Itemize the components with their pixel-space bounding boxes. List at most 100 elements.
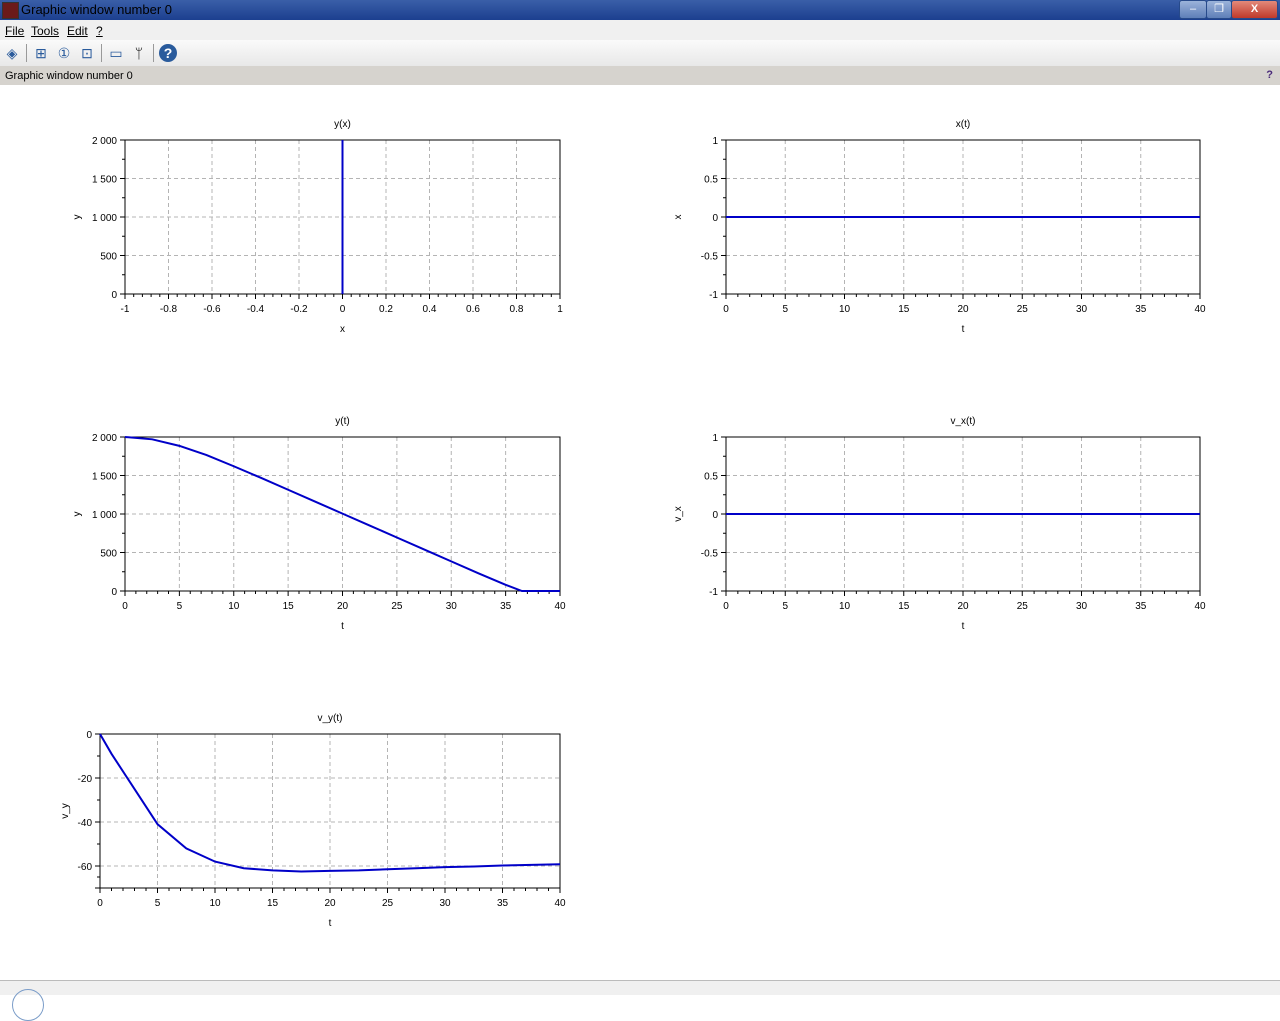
x-tick-label: 10	[228, 601, 240, 612]
restore-button[interactable]: ❐	[1206, 0, 1232, 19]
y-axis-label: y	[72, 215, 83, 220]
y-tick-label: -20	[78, 774, 93, 785]
y-tick-label: 2 000	[92, 136, 117, 147]
x-tick-label: 5	[782, 601, 788, 612]
datatip-icon[interactable]: ▭	[107, 44, 125, 62]
x-tick-label: 10	[839, 601, 851, 612]
chart-title: x(t)	[956, 119, 970, 130]
x-tick-label: 1	[557, 304, 563, 315]
y-tick-label: 500	[100, 549, 117, 560]
x-tick-label: 35	[1135, 304, 1147, 315]
menu-tools[interactable]: Tools	[31, 24, 59, 38]
chart-title: y(t)	[335, 416, 349, 427]
zoom-grid-icon[interactable]: ⊞	[32, 44, 50, 62]
info-bar: Graphic window number 0 ?	[0, 66, 1280, 85]
y-tick-label: 1	[712, 433, 718, 444]
menu-help[interactable]: ?	[96, 24, 103, 38]
x-tick-label: 0	[723, 601, 729, 612]
chart-yx: -1 -0.8 -0.6 -0.4 -0.2 0 0.2 0.4 0.6 0.8 1 0 500 1 00…	[72, 119, 563, 335]
info-help-icon[interactable]: ?	[1266, 69, 1273, 81]
x-tick-label: 30	[1076, 304, 1088, 315]
title-bar: Graphic window number 0 – ❐ X	[0, 0, 1280, 20]
y-tick-label: 0.5	[704, 175, 718, 186]
chart-title: y(x)	[334, 119, 351, 130]
x-tick-label: 20	[324, 898, 336, 909]
x-tick-label: -0.6	[203, 304, 221, 315]
y-tick-label: 1	[712, 136, 718, 147]
help-icon[interactable]: ?	[159, 44, 177, 62]
y-tick-label: 0.5	[704, 472, 718, 483]
y-tick-label: 0	[712, 213, 718, 224]
x-tick-label: 35	[497, 898, 509, 909]
x-tick-label: 5	[155, 898, 161, 909]
x-tick-label: 15	[898, 304, 910, 315]
x-tick-label: 15	[283, 601, 295, 612]
y-tick-label: -0.5	[701, 252, 719, 263]
x-tick-label: 30	[439, 898, 451, 909]
y-tick-label: 0	[111, 290, 117, 301]
x-tick-label: 20	[337, 601, 349, 612]
menu-file[interactable]: File	[5, 24, 24, 38]
x-tick-label: 40	[1194, 304, 1206, 315]
info-text: Graphic window number 0	[5, 70, 133, 82]
y-axis-label: v_y	[60, 803, 71, 819]
x-tick-label: 35	[1135, 601, 1147, 612]
x-tick-label: 35	[500, 601, 512, 612]
x-axis-label: x	[340, 324, 345, 335]
x-axis-label: t	[341, 621, 344, 632]
separator	[101, 44, 102, 62]
chart-title: v_y(t)	[318, 713, 343, 724]
zoom-reset-icon[interactable]: ①	[55, 44, 73, 62]
x-tick-label: 0.2	[379, 304, 393, 315]
y-tick-label: 1 000	[92, 510, 117, 521]
x-tick-label: 40	[1194, 601, 1206, 612]
toolbar: ◈ ⊞ ① ⊡ ▭ ᛘ ?	[0, 40, 1280, 66]
datatip-edit-icon[interactable]: ᛘ	[130, 44, 148, 62]
x-tick-label: 0.8	[510, 304, 524, 315]
x-tick-label: 0.4	[423, 304, 437, 315]
x-tick-label: 0.6	[466, 304, 480, 315]
y-axis-label: v_x	[673, 506, 684, 522]
series-line	[99, 733, 561, 873]
y-tick-label: -40	[78, 818, 93, 829]
menu-edit[interactable]: Edit	[67, 24, 88, 38]
zoom-select-icon[interactable]: ⊡	[78, 44, 96, 62]
x-tick-label: -0.4	[247, 304, 265, 315]
close-button[interactable]: X	[1231, 0, 1278, 19]
x-tick-label: 0	[122, 601, 128, 612]
x-tick-label: -0.2	[290, 304, 308, 315]
menu-bar: File Tools Edit ?	[0, 20, 1280, 40]
y-axis-label: y	[72, 512, 83, 517]
y-axis-label: x	[673, 215, 684, 220]
plot-canvas[interactable]: -1 -0.8 -0.6 -0.4 -0.2 0 0.2 0.4 0.6 0.8 105001 00…	[0, 85, 1280, 980]
x-tick-label: -0.8	[160, 304, 178, 315]
y-tick-label: 0	[86, 730, 92, 741]
x-tick-label: 20	[957, 601, 969, 612]
chart-vxt: 0 5 10 15 20 25 30 35 40 -1 -0.5 0 0.5 1 v_x(t)t v_x	[673, 416, 1206, 632]
y-tick-label: 0	[111, 587, 117, 598]
x-tick-label: 15	[898, 601, 910, 612]
separator	[153, 44, 154, 62]
y-tick-label: -1	[709, 587, 718, 598]
x-tick-label: 30	[1076, 601, 1088, 612]
x-tick-label: 40	[554, 601, 566, 612]
x-tick-label: 10	[209, 898, 221, 909]
minimize-button[interactable]: –	[1179, 0, 1207, 19]
x-tick-label: 25	[1017, 601, 1029, 612]
y-tick-label: -1	[709, 290, 718, 301]
y-tick-label: 0	[712, 510, 718, 521]
x-tick-label: 25	[391, 601, 403, 612]
x-tick-label: 40	[554, 898, 566, 909]
rotate-icon[interactable]: ◈	[3, 44, 21, 62]
x-tick-label: 30	[446, 601, 458, 612]
x-tick-label: 0	[97, 898, 103, 909]
x-tick-label: 0	[723, 304, 729, 315]
chart-title: v_x(t)	[951, 416, 976, 427]
x-tick-label: 20	[957, 304, 969, 315]
chart-vyt: 0 5 10 15 20 25 30 35 40 -60 -40 -20 0 v_y(t)t v_y	[60, 713, 566, 929]
y-tick-label: 1 000	[92, 213, 117, 224]
x-tick-label: 5	[177, 601, 183, 612]
chart-xt: 0 5 10 15 20 25 30 35 40 -1 -0.5 0 0.5 1 x(t) t x	[673, 119, 1206, 335]
x-tick-label: 5	[782, 304, 788, 315]
window-title: Graphic window number 0	[21, 2, 173, 17]
